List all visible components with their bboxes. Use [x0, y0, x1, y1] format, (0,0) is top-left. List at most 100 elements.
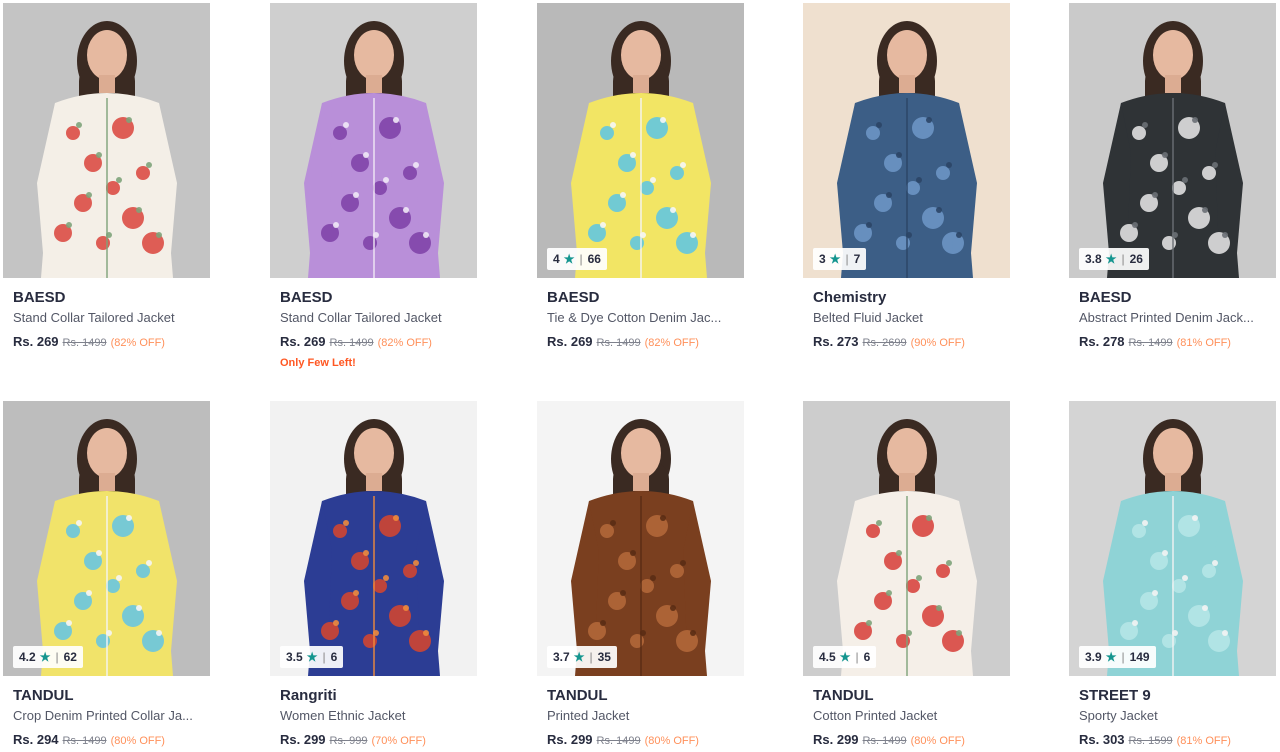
product-mrp: Rs. 1499	[596, 735, 641, 747]
rating-value: 3.8	[1085, 252, 1102, 266]
product-mrp: Rs. 1499	[329, 337, 374, 349]
rating-count: 35	[597, 650, 611, 664]
rating-badge: 3.8 ★ | 26	[1079, 248, 1149, 270]
product-brand: BAESD	[13, 289, 66, 306]
product-image[interactable]: 3.7 ★ | 35	[537, 401, 744, 676]
rating-separator: |	[1121, 650, 1125, 664]
product-card[interactable]: 3 ★ | 7 Chemistry Belted Fluid Jacket Rs. 273 R…	[803, 3, 1010, 353]
product-price: Rs. 273	[813, 334, 859, 349]
price-row: Rs. 269 Rs. 1499 (82% OFF)	[280, 332, 467, 353]
product-image[interactable]: 4.2 ★ | 62	[3, 401, 210, 676]
rating-separator: |	[855, 650, 859, 664]
product-name: Cotton Printed Jacket	[813, 708, 938, 723]
price-row: Rs. 269 Rs. 1499 (82% OFF)	[13, 332, 200, 353]
product-discount: (80% OFF)	[910, 735, 965, 747]
product-discount: (90% OFF)	[910, 337, 965, 349]
rating-separator: |	[845, 252, 849, 266]
star-icon: ★	[573, 650, 585, 664]
product-card[interactable]: 3.7 ★ | 35 TANDUL Printed Jacket Rs. 299 Rs. 14…	[537, 401, 744, 751]
product-discount: (80% OFF)	[644, 735, 699, 747]
product-price: Rs. 299	[280, 732, 326, 747]
product-discount: (81% OFF)	[1176, 735, 1231, 747]
product-card[interactable]: 3.5 ★ | 6 Rangriti Women Ethnic Jacket Rs. 299…	[270, 401, 477, 751]
product-card[interactable]: BAESD Stand Collar Tailored Jacket Rs. 269…	[3, 3, 210, 353]
product-info: BAESD Stand Collar Tailored Jacket Rs. 269…	[3, 278, 210, 353]
product-card[interactable]: 4 ★ | 66 BAESD Tie & Dye Cotton Denim Jac... R…	[537, 3, 744, 353]
product-card[interactable]: BAESD Stand Collar Tailored Jacket Rs. 269…	[270, 3, 477, 370]
star-icon: ★	[306, 650, 318, 664]
product-name: Tie & Dye Cotton Denim Jac...	[547, 310, 722, 325]
product-image[interactable]	[270, 3, 477, 278]
product-mrp: Rs. 1499	[1128, 337, 1173, 349]
product-image[interactable]: 3.9 ★ | 149	[1069, 401, 1276, 676]
price-row: Rs. 299 Rs. 1499 (80% OFF)	[547, 730, 734, 751]
product-name: Abstract Printed Denim Jack...	[1079, 310, 1254, 325]
product-price: Rs. 269	[13, 334, 59, 349]
rating-count: 7	[853, 252, 861, 266]
star-icon: ★	[829, 252, 841, 266]
price-row: Rs. 294 Rs. 1499 (80% OFF)	[13, 730, 200, 751]
price-row: Rs. 299 Rs. 999 (70% OFF)	[280, 730, 467, 751]
product-name: Belted Fluid Jacket	[813, 310, 923, 325]
rating-count: 6	[330, 650, 338, 664]
rating-value: 4.2	[19, 650, 36, 664]
product-brand: TANDUL	[547, 687, 608, 704]
product-image[interactable]: 3 ★ | 7	[803, 3, 1010, 278]
product-price: Rs. 303	[1079, 732, 1125, 747]
product-mrp: Rs. 1499	[62, 337, 107, 349]
product-brand: Chemistry	[813, 289, 887, 306]
product-name: Women Ethnic Jacket	[280, 708, 406, 723]
rating-count: 66	[587, 252, 601, 266]
rating-count: 62	[63, 650, 77, 664]
product-price: Rs. 269	[280, 334, 326, 349]
product-image[interactable]: 4 ★ | 66	[537, 3, 744, 278]
star-icon: ★	[563, 252, 575, 266]
product-price: Rs. 278	[1079, 334, 1125, 349]
product-info: TANDUL Printed Jacket Rs. 299 Rs. 1499 (80% …	[537, 676, 744, 751]
product-card[interactable]: 4.5 ★ | 6 TANDUL Cotton Printed Jacket Rs. 299…	[803, 401, 1010, 751]
product-info: Rangriti Women Ethnic Jacket Rs. 299 Rs. 99…	[270, 676, 477, 751]
product-name: Stand Collar Tailored Jacket	[280, 310, 442, 325]
product-info: BAESD Tie & Dye Cotton Denim Jac... Rs. 26…	[537, 278, 744, 353]
rating-separator: |	[55, 650, 59, 664]
rating-badge: 3.5 ★ | 6	[280, 646, 344, 668]
product-mrp: Rs. 1599	[1128, 735, 1173, 747]
product-card[interactable]: 3.9 ★ | 149 STREET 9 Sporty Jacket Rs. 303 Rs. …	[1069, 401, 1276, 751]
price-row: Rs. 278 Rs. 1499 (81% OFF)	[1079, 332, 1266, 353]
product-discount: (82% OFF)	[644, 337, 699, 349]
rating-count: 26	[1129, 252, 1143, 266]
product-image[interactable]: 3.5 ★ | 6	[270, 401, 477, 676]
product-image[interactable]: 3.8 ★ | 26	[1069, 3, 1276, 278]
product-brand: BAESD	[1079, 289, 1132, 306]
price-row: Rs. 269 Rs. 1499 (82% OFF)	[547, 332, 734, 353]
rating-badge: 3.7 ★ | 35	[547, 646, 617, 668]
product-image[interactable]	[3, 3, 210, 278]
product-info: BAESD Stand Collar Tailored Jacket Rs. 269…	[270, 278, 477, 370]
product-brand: BAESD	[547, 289, 600, 306]
product-name: Sporty Jacket	[1079, 708, 1158, 723]
product-card[interactable]: 3.8 ★ | 26 BAESD Abstract Printed Denim Jack.…	[1069, 3, 1276, 353]
rating-badge: 3 ★ | 7	[813, 248, 867, 270]
product-brand: TANDUL	[813, 687, 874, 704]
rating-value: 3	[819, 252, 826, 266]
rating-badge: 4.5 ★ | 6	[813, 646, 877, 668]
product-price: Rs. 299	[547, 732, 593, 747]
rating-value: 4.5	[819, 650, 836, 664]
star-icon: ★	[1105, 252, 1117, 266]
rating-value: 3.7	[553, 650, 570, 664]
product-price: Rs. 269	[547, 334, 593, 349]
price-row: Rs. 273 Rs. 2699 (90% OFF)	[813, 332, 1000, 353]
rating-badge: 3.9 ★ | 149	[1079, 646, 1156, 668]
product-image[interactable]: 4.5 ★ | 6	[803, 401, 1010, 676]
product-discount: (82% OFF)	[110, 337, 165, 349]
product-brand: Rangriti	[280, 687, 337, 704]
product-brand: BAESD	[280, 289, 333, 306]
rating-badge: 4 ★ | 66	[547, 248, 607, 270]
rating-separator: |	[579, 252, 583, 266]
product-info: Chemistry Belted Fluid Jacket Rs. 273 Rs. 2…	[803, 278, 1010, 353]
rating-separator: |	[1121, 252, 1125, 266]
rating-value: 3.9	[1085, 650, 1102, 664]
product-mrp: Rs. 1499	[862, 735, 907, 747]
product-info: BAESD Abstract Printed Denim Jack... Rs. 2…	[1069, 278, 1276, 353]
product-card[interactable]: 4.2 ★ | 62 TANDUL Crop Denim Printed Collar J…	[3, 401, 210, 751]
